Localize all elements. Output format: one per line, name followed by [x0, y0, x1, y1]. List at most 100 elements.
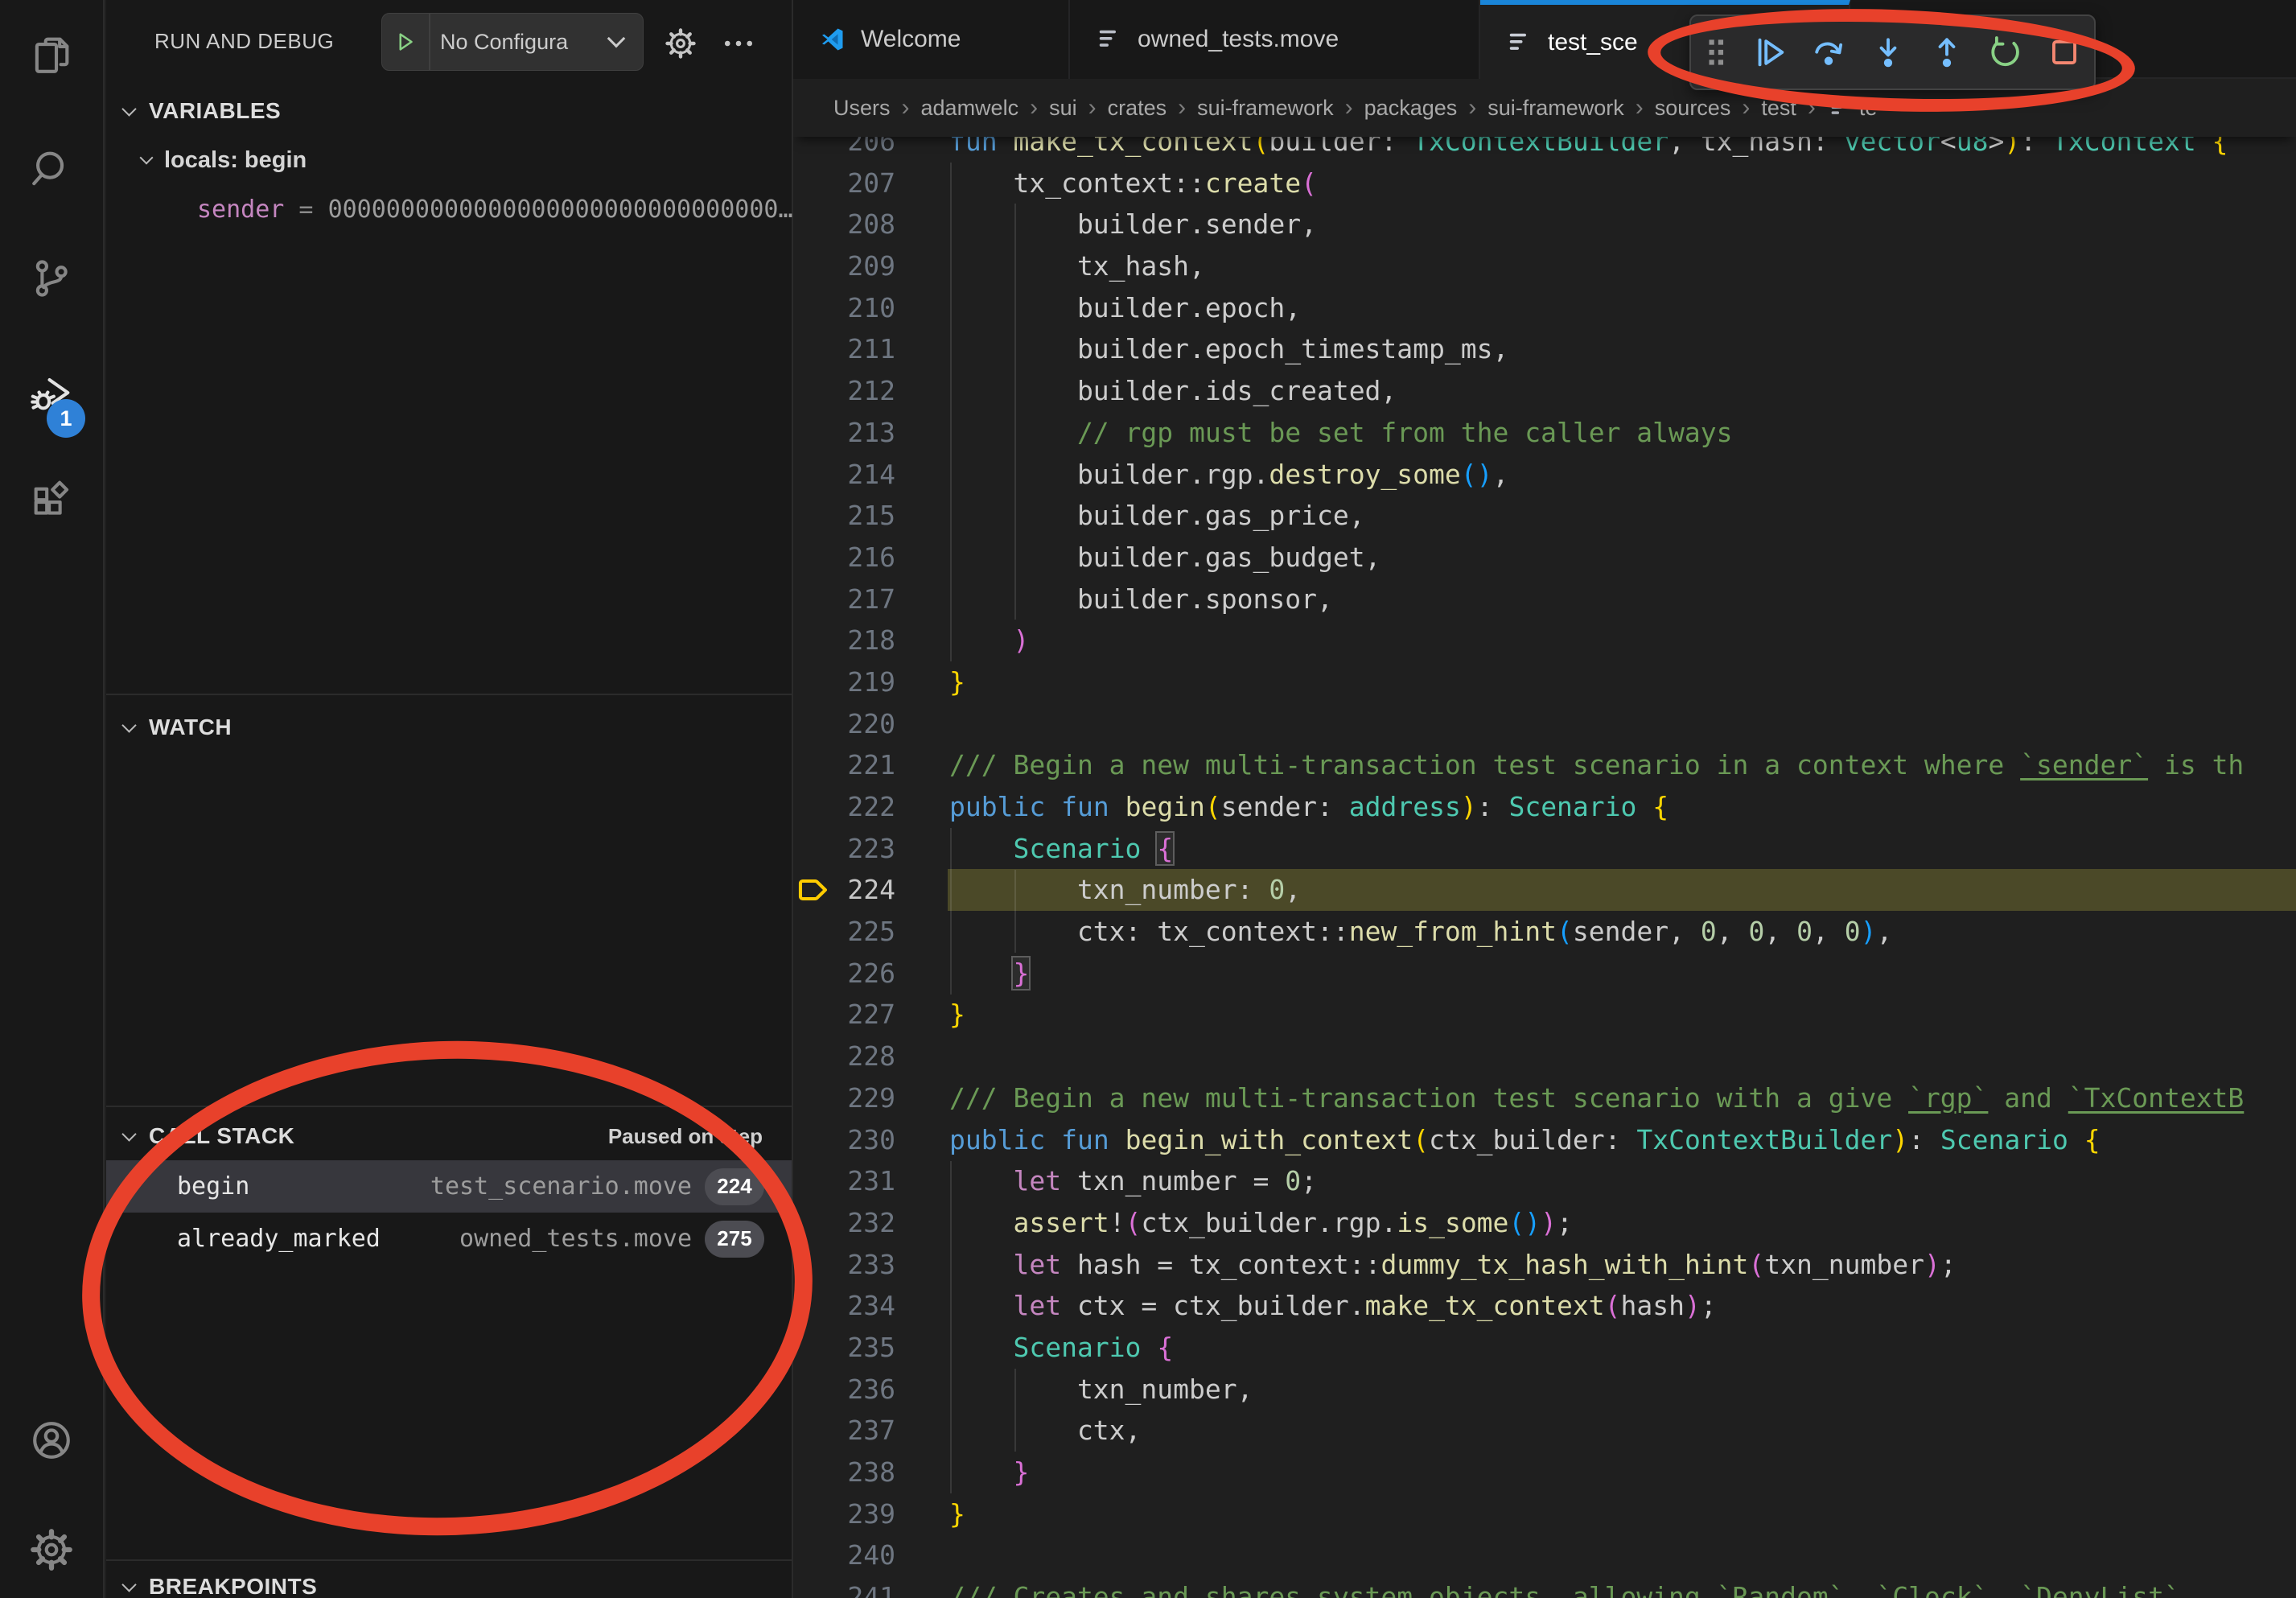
continue-button[interactable] [1740, 20, 1799, 84]
line-number[interactable]: 235 [793, 1327, 895, 1369]
restart-button[interactable] [1976, 20, 2035, 84]
line-number[interactable]: 221 [793, 744, 895, 786]
tab-welcome[interactable]: Welcome [793, 0, 1070, 79]
code-line-234[interactable]: 234 let ctx = ctx_builder.make_tx_contex… [793, 1285, 2296, 1327]
line-number[interactable]: 239 [793, 1493, 895, 1535]
section-divider [106, 694, 792, 695]
code-line-229[interactable]: 229/// Begin a new multi-transaction tes… [793, 1077, 2296, 1119]
code-line-231[interactable]: 231 let txn_number = 0; [793, 1160, 2296, 1202]
step-over-button[interactable] [1800, 20, 1858, 84]
code-line-218[interactable]: 218 ) [793, 620, 2296, 661]
variables-scope-row[interactable]: locals: begin [106, 137, 792, 183]
code-line-219[interactable]: 219} [793, 661, 2296, 703]
breakpoints-section-header[interactable]: BREAKPOINTS [106, 1564, 792, 1598]
line-number[interactable]: 240 [793, 1534, 895, 1576]
code-line-240[interactable]: 240 [793, 1534, 2296, 1576]
line-number[interactable]: 226 [793, 953, 895, 995]
indent-guide [1014, 204, 1016, 620]
line-number[interactable]: 234 [793, 1285, 895, 1327]
line-number[interactable]: 213 [793, 412, 895, 454]
line-number[interactable]: 228 [793, 1036, 895, 1077]
code-line-237[interactable]: 237 ctx, [793, 1410, 2296, 1452]
code-line-241[interactable]: 241/// Creates and shares system objects… [793, 1576, 2296, 1598]
code-line-215[interactable]: 215 builder.gas_price, [793, 495, 2296, 537]
line-number[interactable]: 231 [793, 1160, 895, 1202]
code-line-216[interactable]: 216 builder.gas_budget, [793, 537, 2296, 579]
call-stack-frame-already-marked[interactable]: already_marked owned_tests.move 275 [106, 1213, 792, 1265]
code-line-214[interactable]: 214 builder.rgp.destroy_some(), [793, 454, 2296, 496]
code-line-208[interactable]: 208 builder.sender, [793, 204, 2296, 245]
line-number[interactable]: 211 [793, 328, 895, 370]
line-number[interactable]: 223 [793, 828, 895, 870]
code-line-212[interactable]: 212 builder.ids_created, [793, 370, 2296, 412]
line-number[interactable]: 207 [793, 163, 895, 204]
tab-owned-tests[interactable]: owned_tests.move [1070, 0, 1480, 79]
line-number[interactable]: 233 [793, 1244, 895, 1286]
code-line-230[interactable]: 230public fun begin_with_context(ctx_bui… [793, 1119, 2296, 1161]
debug-settings-button[interactable] [658, 21, 703, 66]
line-number[interactable]: 230 [793, 1119, 895, 1161]
line-number[interactable]: 232 [793, 1202, 895, 1244]
code-line-226[interactable]: 226 } [793, 953, 2296, 995]
code-line-222[interactable]: 222public fun begin(sender: address): Sc… [793, 786, 2296, 828]
code-line-236[interactable]: 236 txn_number, [793, 1369, 2296, 1411]
line-number[interactable]: 216 [793, 537, 895, 579]
code-line-225[interactable]: 225 ctx: tx_context::new_from_hint(sende… [793, 911, 2296, 953]
code-line-238[interactable]: 238 } [793, 1452, 2296, 1493]
line-number[interactable]: 218 [793, 620, 895, 661]
line-number[interactable]: 241 [793, 1576, 895, 1598]
sidebar-title: RUN AND DEBUG [154, 29, 334, 54]
line-number[interactable]: 217 [793, 579, 895, 620]
line-number[interactable]: 215 [793, 495, 895, 537]
code-line-228[interactable]: 228 [793, 1036, 2296, 1077]
code-line-217[interactable]: 217 builder.sponsor, [793, 579, 2296, 620]
line-number[interactable]: 219 [793, 661, 895, 703]
code-line-220[interactable]: 220 [793, 703, 2296, 745]
line-number[interactable]: 236 [793, 1369, 895, 1411]
line-number[interactable]: 229 [793, 1077, 895, 1119]
line-number[interactable]: 227 [793, 994, 895, 1036]
activity-search[interactable] [0, 122, 103, 216]
more-actions-button[interactable] [716, 21, 761, 66]
gripper-icon[interactable] [1691, 35, 1740, 70]
line-number[interactable]: 220 [793, 703, 895, 745]
code-line-233[interactable]: 233 let hash = tx_context::dummy_tx_hash… [793, 1244, 2296, 1286]
line-number[interactable]: 210 [793, 287, 895, 329]
code-line-232[interactable]: 232 assert!(ctx_builder.rgp.is_some()); [793, 1202, 2296, 1244]
code-line-211[interactable]: 211 builder.epoch_timestamp_ms, [793, 328, 2296, 370]
line-number[interactable]: 214 [793, 454, 895, 496]
code-line-209[interactable]: 209 tx_hash, [793, 245, 2296, 287]
call-stack-section-header[interactable]: CALL STACK Paused on step [106, 1114, 792, 1159]
activity-account[interactable] [0, 1394, 103, 1487]
watch-section-header[interactable]: WATCH [106, 705, 792, 750]
line-number[interactable]: 238 [793, 1452, 895, 1493]
code-line-239[interactable]: 239} [793, 1493, 2296, 1535]
code-line-207[interactable]: 207 tx_context::create( [793, 163, 2296, 204]
call-stack-frame-begin[interactable]: begin test_scenario.move 224 [106, 1160, 792, 1213]
code-line-223[interactable]: 223 Scenario { [793, 828, 2296, 870]
indent-guide [1014, 870, 1016, 953]
code-line-224[interactable]: 224 txn_number: 0, [793, 869, 2296, 911]
variable-row-sender[interactable]: sender = 0000000000000000000000000000000… [197, 187, 793, 232]
activity-explorer[interactable] [0, 10, 103, 103]
code-line-235[interactable]: 235 Scenario { [793, 1327, 2296, 1369]
code-line-213[interactable]: 213 // rgp must be set from the caller a… [793, 412, 2296, 454]
step-into-button[interactable] [1858, 20, 1917, 84]
activity-extensions[interactable] [0, 457, 103, 550]
code-line-221[interactable]: 221/// Begin a new multi-transaction tes… [793, 744, 2296, 786]
line-number[interactable]: 208 [793, 204, 895, 245]
line-number[interactable]: 222 [793, 786, 895, 828]
activity-settings[interactable] [0, 1503, 103, 1596]
variables-section-header[interactable]: VARIABLES [106, 89, 792, 134]
code-line-210[interactable]: 210 builder.epoch, [793, 287, 2296, 329]
line-number[interactable]: 209 [793, 245, 895, 287]
activity-source-control[interactable] [0, 232, 103, 325]
code-line-227[interactable]: 227} [793, 994, 2296, 1036]
line-number[interactable]: 212 [793, 370, 895, 412]
step-out-button[interactable] [1917, 20, 1976, 84]
line-number[interactable]: 237 [793, 1410, 895, 1452]
stop-button[interactable] [2035, 20, 2094, 84]
line-number[interactable]: 225 [793, 911, 895, 953]
activity-run-and-debug[interactable]: 1 [0, 346, 103, 439]
start-debug-button[interactable]: No Configura [381, 13, 644, 71]
